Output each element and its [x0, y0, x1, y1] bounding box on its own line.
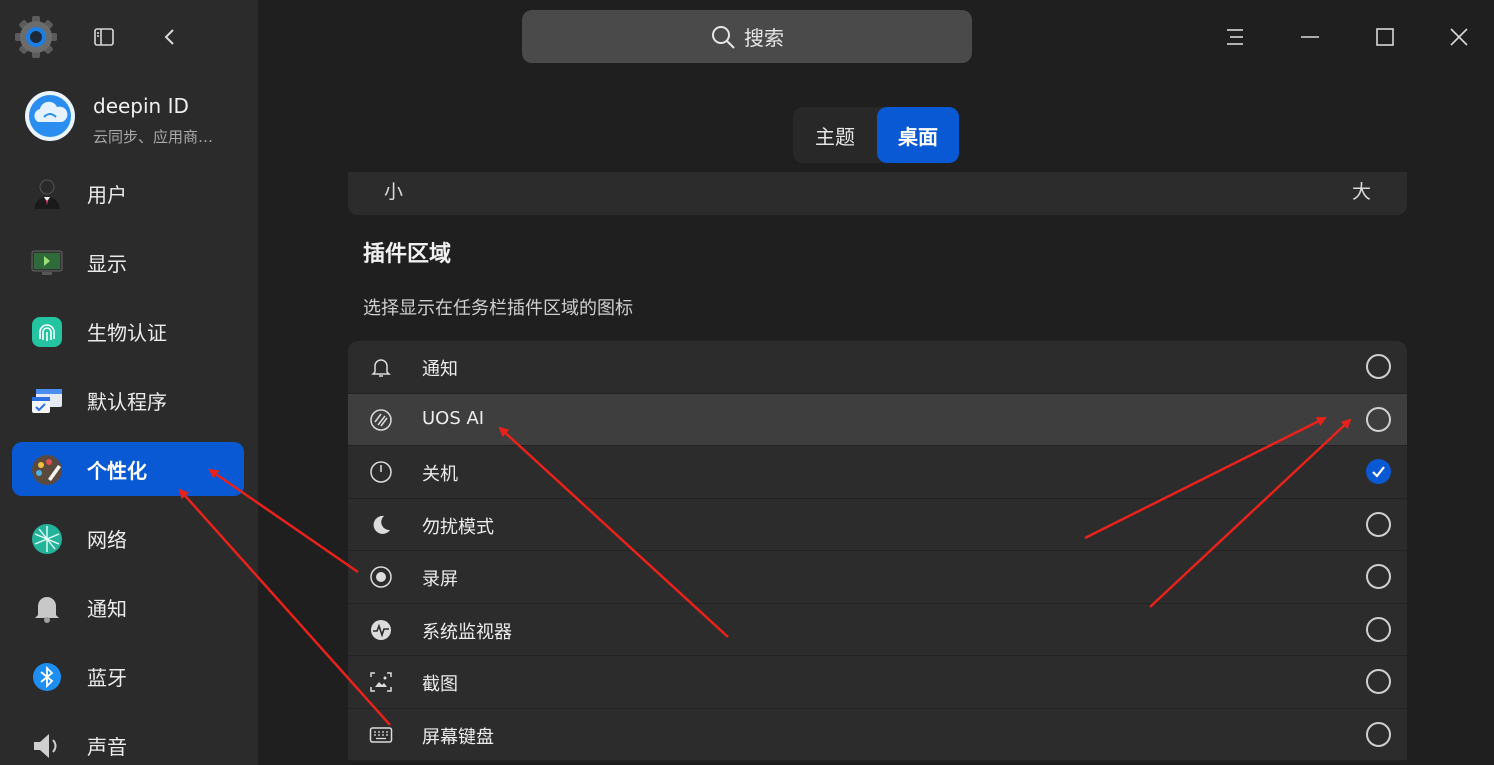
plugin-checkbox[interactable] — [1366, 616, 1391, 642]
sidebar-toggle-icon[interactable] — [87, 20, 121, 54]
user-icon — [34, 179, 60, 209]
plugin-label: 通知 — [422, 359, 458, 380]
icon-size-slider-labels: 小 大 — [348, 172, 1407, 215]
account-name: deepin ID — [93, 94, 189, 118]
plugin-list: 通知 UOS AI 关机 勿扰模式 录屏 系统监视器 截图 屏幕键盘 — [348, 341, 1407, 765]
screenshot-icon — [370, 672, 392, 692]
hamburger-menu-icon — [1227, 29, 1243, 45]
section-title: 插件区域 — [363, 242, 452, 267]
slider-min-label: 小 — [384, 181, 404, 203]
plugin-row-screen-recording[interactable]: 录屏 — [348, 551, 1407, 604]
sidebar: deepin ID 云同步、应用商… 用户 显示 生物认证 默认程序 个性化 网… — [0, 0, 258, 765]
search-input[interactable]: 搜索 — [522, 10, 972, 63]
tab-bar: 主题 桌面 — [793, 107, 959, 163]
sidebar-item-label: 声音 — [87, 734, 127, 759]
bell-icon — [371, 359, 391, 377]
plugin-label: 录屏 — [422, 569, 458, 590]
sidebar-item-label: 网络 — [87, 527, 127, 552]
sidebar-item-bluetooth[interactable]: 蓝牙 — [12, 649, 244, 703]
plugin-row-system-monitor[interactable]: 系统监视器 — [348, 603, 1407, 656]
menu-button[interactable] — [1216, 18, 1254, 56]
plugin-checkbox[interactable] — [1366, 564, 1391, 589]
maximize-button[interactable] — [1366, 18, 1404, 56]
plugin-checkbox-checked[interactable] — [1366, 459, 1391, 484]
minimize-button[interactable] — [1291, 18, 1329, 56]
tab-theme[interactable]: 主题 — [793, 107, 877, 163]
sidebar-item-display[interactable]: 显示 — [12, 235, 244, 289]
notification-bell-icon — [35, 597, 59, 623]
plugin-row-onscreen-keyboard[interactable]: 屏幕键盘 — [348, 708, 1407, 761]
sidebar-item-label: 蓝牙 — [87, 665, 127, 690]
sidebar-item-personalization[interactable]: 个性化 — [12, 442, 244, 496]
slider-max-label: 大 — [1351, 181, 1371, 203]
plugin-checkbox[interactable] — [1366, 669, 1391, 694]
sidebar-item-label: 生物认证 — [87, 320, 167, 345]
plugin-checkbox[interactable] — [1366, 406, 1391, 432]
plugin-row-do-not-disturb[interactable]: 勿扰模式 — [348, 498, 1407, 551]
deepin-id-cloud-icon — [25, 91, 75, 141]
plugin-row-uos-ai[interactable]: UOS AI — [348, 393, 1407, 446]
uos-ai-icon — [370, 408, 392, 431]
minimize-icon — [1301, 36, 1319, 38]
close-button[interactable] — [1440, 18, 1478, 56]
plugin-label: 截图 — [422, 674, 458, 695]
sidebar-item-biometrics[interactable]: 生物认证 — [12, 304, 244, 358]
personalization-icon — [32, 455, 62, 485]
power-icon — [370, 461, 392, 483]
search-placeholder: 搜索 — [744, 26, 784, 50]
sidebar-item-sound[interactable]: 声音 — [12, 718, 244, 765]
checkmark-icon — [1372, 466, 1385, 478]
display-icon — [31, 250, 63, 275]
plugin-checkbox[interactable] — [1366, 511, 1391, 537]
section-description: 选择显示在任务栏插件区域的图标 — [363, 298, 633, 319]
bluetooth-icon — [33, 663, 61, 691]
fingerprint-icon — [32, 317, 62, 347]
back-chevron-icon[interactable] — [153, 20, 187, 54]
main-content: 主题 桌面 小 大 插件区域 选择显示在任务栏插件区域的图标 通知 UOS AI… — [258, 74, 1494, 765]
network-icon — [32, 524, 62, 554]
sidebar-item-users[interactable]: 用户 — [12, 166, 244, 220]
sidebar-item-label: 个性化 — [87, 458, 147, 483]
moon-icon — [373, 515, 390, 534]
control-center-window: deepin ID 云同步、应用商… 用户 显示 生物认证 默认程序 个性化 网… — [0, 0, 1494, 765]
settings-gear-logo-icon — [15, 16, 57, 58]
plugin-row-notification[interactable]: 通知 — [348, 341, 1407, 394]
plugin-checkbox[interactable] — [1366, 721, 1391, 747]
search-icon — [712, 25, 735, 49]
default-apps-icon — [32, 389, 62, 413]
sidebar-item-label: 默认程序 — [87, 389, 167, 414]
sidebar-item-label: 用户 — [87, 182, 127, 207]
keyboard-icon — [369, 726, 393, 743]
close-icon — [1450, 28, 1468, 46]
record-icon — [370, 566, 392, 588]
deepin-id-account[interactable]: deepin ID 云同步、应用商… — [24, 90, 244, 146]
plugin-row-power[interactable]: 关机 — [348, 446, 1407, 499]
plugin-label: 屏幕键盘 — [422, 726, 494, 748]
plugin-label: 勿扰模式 — [422, 516, 494, 538]
plugin-checkbox[interactable] — [1366, 354, 1391, 379]
sidebar-item-notifications[interactable]: 通知 — [12, 580, 244, 634]
plugin-label: UOS AI — [422, 407, 485, 429]
plugin-label: 系统监视器 — [422, 621, 512, 643]
plugin-row-screenshot[interactable]: 截图 — [348, 656, 1407, 709]
sidebar-item-label: 通知 — [87, 596, 127, 621]
sidebar-item-default-apps[interactable]: 默认程序 — [12, 373, 244, 427]
sound-icon — [34, 734, 57, 758]
header: 搜索 — [258, 0, 1494, 74]
account-subtitle: 云同步、应用商… — [93, 128, 214, 146]
sidebar-titlebar — [0, 0, 258, 74]
sidebar-nav: 用户 显示 生物认证 默认程序 个性化 网络 通知 蓝牙 声音 — [12, 166, 244, 765]
system-monitor-icon — [371, 619, 391, 640]
sidebar-item-network[interactable]: 网络 — [12, 511, 244, 565]
maximize-icon — [1376, 28, 1394, 46]
plugin-label: 关机 — [422, 464, 458, 485]
sidebar-item-label: 显示 — [87, 251, 127, 276]
tab-desktop[interactable]: 桌面 — [877, 107, 959, 163]
